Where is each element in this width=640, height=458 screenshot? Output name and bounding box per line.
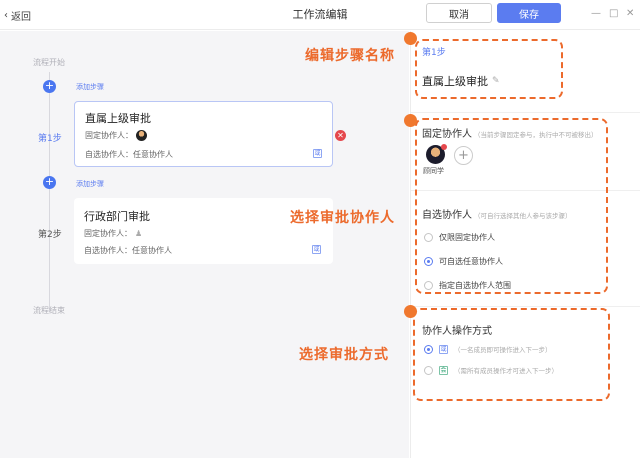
step-1-number: 第1步 (38, 134, 62, 144)
step-title: 行政部门审批 (84, 210, 150, 223)
marker-dot (404, 32, 417, 45)
callout-approval-mode: 选择审批方式 (299, 347, 389, 363)
highlight-box (413, 308, 610, 401)
divider (411, 112, 640, 113)
delete-step-icon[interactable]: ✕ (335, 130, 346, 141)
minimize-icon[interactable]: — (591, 8, 601, 19)
fixed-label: 固定协作人： (84, 229, 132, 238)
cancel-button[interactable]: 取消 (426, 3, 492, 23)
add-step-link[interactable]: 添加步骤 (76, 179, 104, 189)
avatar (136, 130, 147, 141)
flow-start-label: 流程开始 (33, 58, 65, 67)
optional-collaborator-line: 自选协作人：任意协作人 (84, 246, 172, 255)
highlight-box (415, 39, 563, 99)
callout-collaborators: 选择审批协作人 (290, 210, 395, 226)
add-step-link[interactable]: 添加步骤 (76, 82, 104, 92)
mode-tag-icon: 或 (313, 149, 322, 158)
step-2-number: 第2步 (38, 230, 62, 240)
top-bar: ‹ 返回 工作流编辑 取消 保存 — □ ✕ (0, 0, 640, 30)
add-step-plus-icon[interactable]: + (43, 176, 56, 189)
marker-dot (404, 305, 417, 318)
add-step-plus-icon[interactable]: + (43, 80, 56, 93)
highlight-box (415, 118, 608, 294)
flow-end-label: 流程结束 (33, 306, 65, 315)
step-title: 直属上级审批 (85, 112, 151, 125)
save-button[interactable]: 保存 (497, 3, 561, 23)
step-card-1[interactable]: 直属上级审批 固定协作人： 自选协作人：任意协作人 或 (74, 101, 333, 167)
divider (411, 306, 640, 307)
marker-dot (404, 114, 417, 127)
fixed-label: 固定协作人： (85, 131, 133, 140)
fixed-collaborator-line: 固定协作人： (85, 130, 147, 141)
flow-line (49, 72, 50, 312)
maximize-icon[interactable]: □ (609, 8, 618, 19)
optional-collaborator-line: 自选协作人：任意协作人 (85, 150, 173, 159)
mode-tag-icon: 或 (312, 245, 321, 254)
close-icon[interactable]: ✕ (626, 8, 634, 19)
fixed-collaborator-line: 固定协作人： ♟ (84, 228, 145, 239)
group-icon: ♟ (135, 228, 143, 238)
callout-step-name: 编辑步骤名称 (305, 48, 395, 64)
